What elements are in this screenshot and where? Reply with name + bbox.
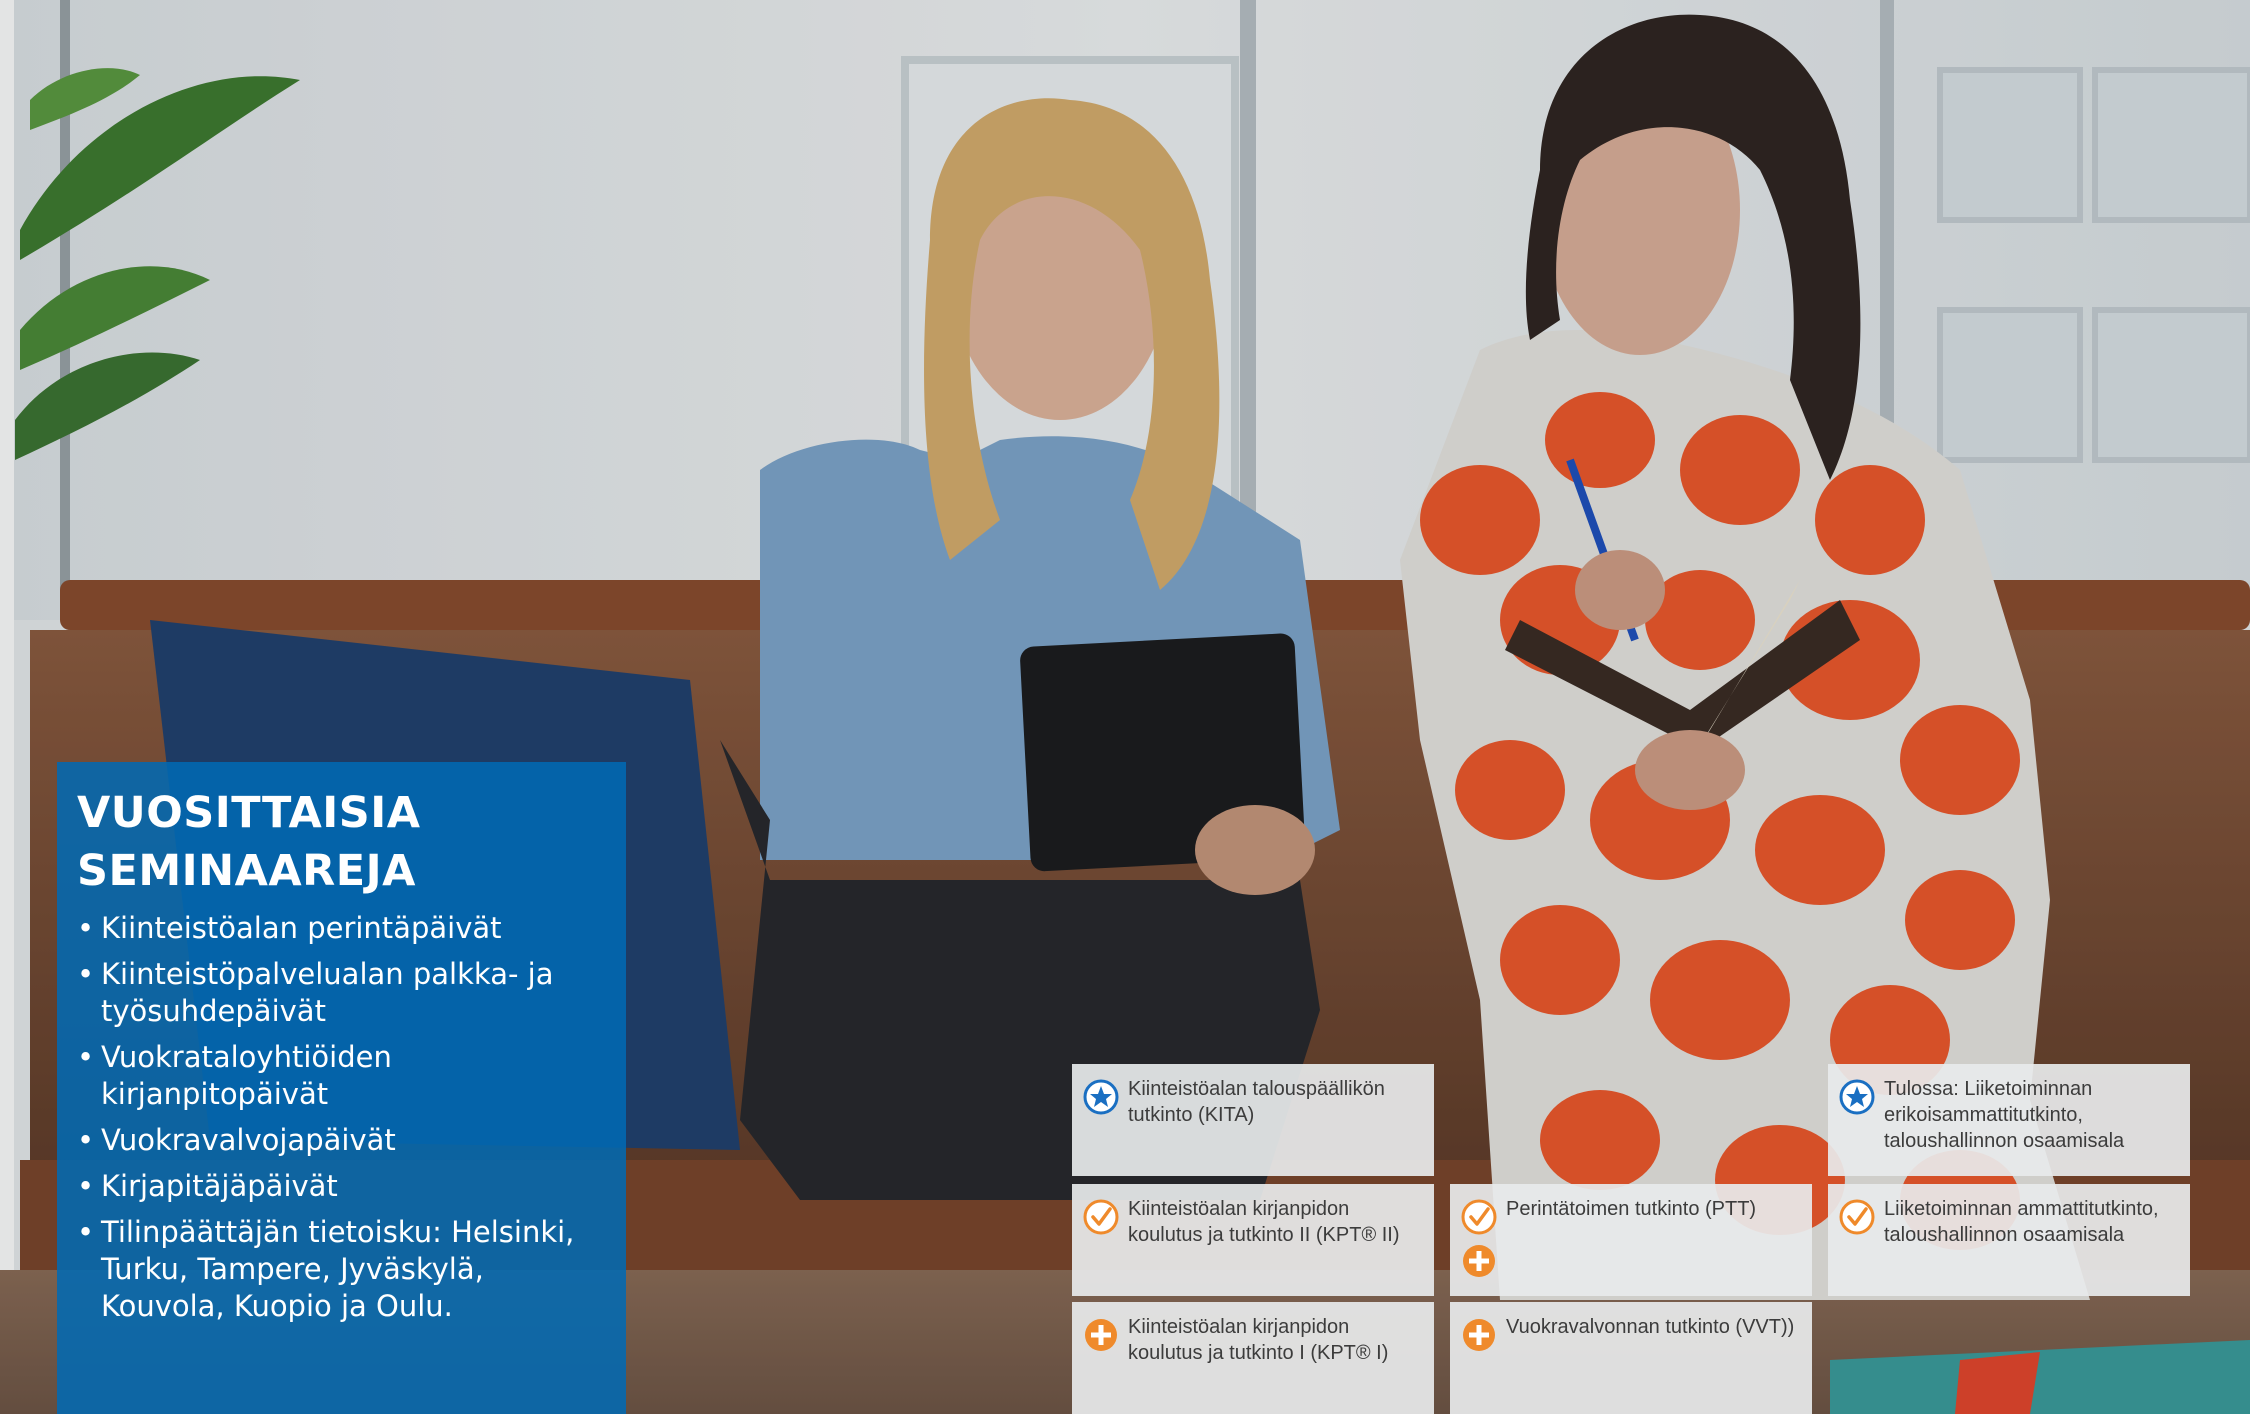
seminars-list: Kiinteistöalan perintäpäivät Kiinteistöp… (77, 910, 606, 1325)
seminar-item: Kirjapitäjäpäivät (77, 1168, 606, 1205)
degree-card-text: Perintätoimen tutkinto (PTT) (1506, 1198, 1757, 1220)
degree-card-text: Vuokravalvonnan tutkinto (VVT)) (1506, 1316, 1795, 1338)
seminar-item: Kiinteistöpalvelualan palkka- ja työsuhd… (77, 956, 606, 1030)
seminars-title-line1: VUOSITTAISIA (77, 788, 421, 838)
seminar-item: Vuokravalvojapäivät (77, 1122, 606, 1159)
degree-card-erikoisammattitutkinto: Tulossa: Liiketoiminnan erikoisammattitu… (1828, 1064, 2190, 1176)
degree-card-kpt-ii: Kiinteistöalan kirjanpidon koulutus ja t… (1072, 1184, 1434, 1296)
seminars-title: VUOSITTAISIA SEMINAAREJA (77, 784, 606, 900)
check-icon (1461, 1199, 1497, 1235)
seminar-item: Vuokrataloyhtiöiden kirjanpitopäivät (77, 1039, 606, 1113)
check-icon (1083, 1199, 1119, 1235)
seminar-item: Kiinteistöalan perintäpäivät (77, 910, 606, 947)
degree-card-text: Kiinteistöalan kirjanpidon koulutus ja t… (1128, 1198, 1400, 1246)
seminars-title-line2: SEMINAAREJA (77, 846, 416, 896)
degree-card-vvt: Vuokravalvonnan tutkinto (VVT)) (1450, 1302, 1812, 1414)
star-icon (1083, 1079, 1119, 1115)
plus-icon (1085, 1319, 1117, 1351)
star-icon (1839, 1079, 1875, 1115)
degree-card-ptt: Perintätoimen tutkinto (PTT) (1450, 1184, 1812, 1296)
degree-card-text: Kiinteistöalan talouspäällikön tutkinto … (1128, 1078, 1385, 1126)
plus-icon (1463, 1319, 1495, 1351)
degree-card-text: Liiketoiminnan ammattitutkinto, talousha… (1884, 1198, 2159, 1246)
seminar-item: Tilinpäättäjän tietoisku: Helsinki, Turk… (77, 1214, 606, 1325)
seminars-panel: VUOSITTAISIA SEMINAAREJA Kiinteistöalan … (57, 762, 626, 1414)
degree-card-text: Tulossa: Liiketoiminnan erikoisammattitu… (1884, 1078, 2125, 1152)
degree-card-text: Kiinteistöalan kirjanpidon koulutus ja t… (1128, 1316, 1389, 1364)
degree-card-ammattitutkinto: Liiketoiminnan ammattitutkinto, talousha… (1828, 1184, 2190, 1296)
degree-card-kita: Kiinteistöalan talouspäällikön tutkinto … (1072, 1064, 1434, 1176)
plus-icon (1463, 1245, 1495, 1277)
degree-card-kpt-i: Kiinteistöalan kirjanpidon koulutus ja t… (1072, 1302, 1434, 1414)
check-icon (1839, 1199, 1875, 1235)
